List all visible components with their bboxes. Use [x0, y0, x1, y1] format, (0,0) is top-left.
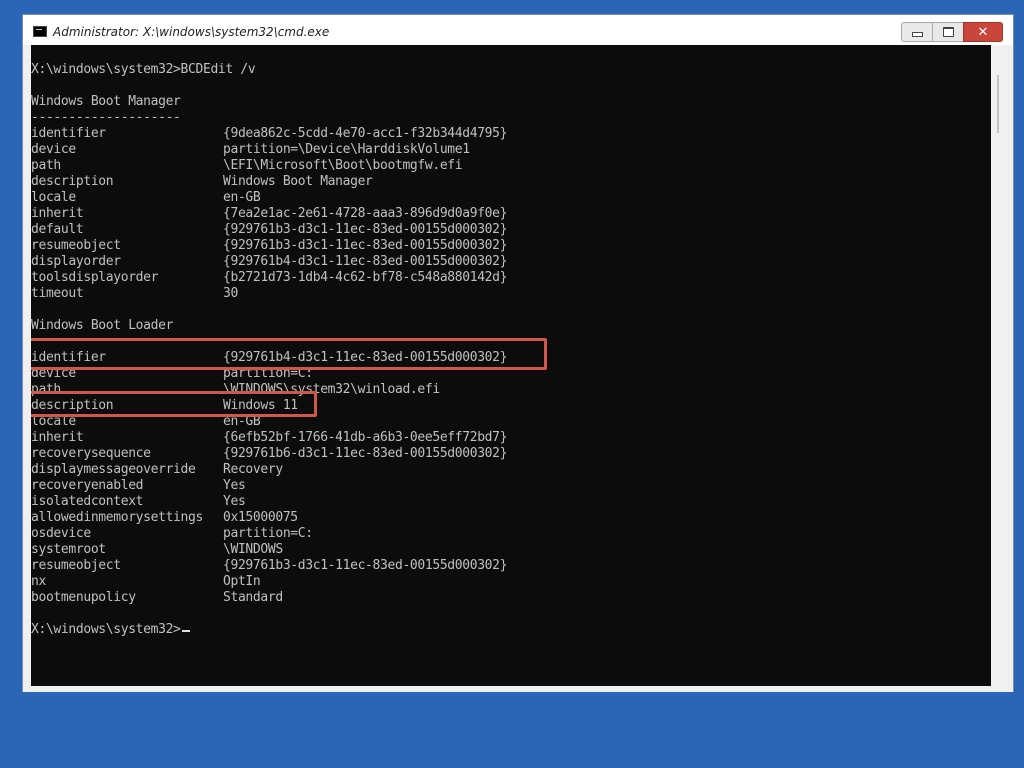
boot-manager-heading: Windows Boot Manager: [31, 94, 181, 109]
bcd-entry-key: bootmenupolicy: [31, 590, 136, 605]
maximize-icon: [942, 27, 954, 37]
window-bottom-border: [23, 686, 1013, 692]
bcd-entry-row: displaymessageoverride Recovery: [31, 462, 731, 478]
bcd-entry-key: toolsdisplayorder: [31, 270, 159, 285]
bcd-entry-key: osdevice: [31, 526, 91, 541]
bcd-entry-row: locale en-GB: [31, 190, 731, 206]
caption-buttons: ✕: [901, 22, 1003, 42]
bcd-entry-row: timeout 30: [31, 286, 731, 302]
bcd-entry-value: partition=C:: [223, 526, 313, 541]
bcd-entry-key: description: [31, 174, 114, 189]
bcd-entry-row: nx OptIn: [31, 574, 731, 590]
command-line: X:\windows\system32>BCDEdit /v: [31, 62, 256, 77]
cmd-window[interactable]: Administrator: X:\windows\system32\cmd.e…: [22, 14, 1014, 692]
bcd-entry-row: resumeobject {929761b3-d3c1-11ec-83ed-001…: [31, 238, 731, 254]
bcd-entry-row: inherit {7ea2e1ac-2e61-4728-aaa3-896d9d0a…: [31, 206, 731, 222]
bcd-entry-row: bootmenupolicy Standard: [31, 590, 731, 606]
bcd-entry-row: systemroot \WINDOWS: [31, 542, 731, 558]
bcd-entry-value: {9dea862c-5cdd-4e70-acc1-f32b344d4795}: [223, 126, 508, 141]
bcd-entry-row: device partition=\Device\HarddiskVolume1: [31, 142, 731, 158]
bcd-entry-row: osdevice partition=C:: [31, 526, 731, 542]
bcd-entry-row: displayorder {929761b4-d3c1-11ec-83ed-001…: [31, 254, 731, 270]
vertical-scrollbar[interactable]: [991, 45, 1007, 686]
bcd-entry-key: nx: [31, 574, 46, 589]
scrollbar-thumb[interactable]: [997, 75, 999, 133]
bcd-entry-value: Standard: [223, 590, 283, 605]
bcd-entry-key: isolatedcontext: [31, 494, 144, 509]
minimize-icon: [911, 32, 923, 37]
bcd-entry-value: {7ea2e1ac-2e61-4728-aaa3-896d9d0a9f0e}: [223, 206, 508, 221]
console-output[interactable]: X:\windows\system32>BCDEdit /v Windows Bo…: [31, 45, 991, 686]
close-button[interactable]: ✕: [963, 22, 1003, 42]
bcd-entry-key: inherit: [31, 206, 84, 221]
bcd-entry-value: en-GB: [223, 190, 261, 205]
bcd-entry-key: displaymessageoverride: [31, 462, 196, 477]
bcd-entry-value: 30: [223, 286, 238, 301]
bcd-entry-key: recoverysequence: [31, 446, 151, 461]
bcd-entry-value: {929761b3-d3c1-11ec-83ed-00155d000302}: [223, 238, 508, 253]
bcd-entry-key: allowedinmemorysettings: [31, 510, 203, 525]
bcd-entry-value: Yes: [223, 494, 246, 509]
bcd-entry-value: Recovery: [223, 462, 283, 477]
bcd-entry-row: identifier {9dea862c-5cdd-4e70-acc1-f32b3…: [31, 126, 731, 142]
bcd-entry-row: description Windows Boot Manager: [31, 174, 731, 190]
bcd-entry-value: Windows Boot Manager: [223, 174, 373, 189]
bcd-entry-key: resumeobject: [31, 238, 121, 253]
highlight-description-box: [31, 391, 317, 417]
bcd-entry-value: \WINDOWS: [223, 542, 283, 557]
window-title: Administrator: X:\windows\system32\cmd.e…: [53, 25, 330, 39]
bcd-entry-row: recoverysequence {929761b6-d3c1-11ec-83ed…: [31, 446, 731, 462]
bcd-entry-row: recoveryenabled Yes: [31, 478, 731, 494]
desktop-background: Administrator: X:\windows\system32\cmd.e…: [0, 0, 1024, 768]
bcd-entry-value: {b2721d73-1db4-4c62-bf78-c548a880142d}: [223, 270, 508, 285]
highlight-identifier-box: [31, 338, 547, 370]
bcd-entry-value: partition=\Device\HarddiskVolume1: [223, 142, 470, 157]
boot-manager-separator: --------------------: [31, 110, 181, 125]
bcd-entry-key: inherit: [31, 430, 84, 445]
minimize-button[interactable]: [901, 22, 933, 42]
bcd-entry-value: OptIn: [223, 574, 261, 589]
bcd-entry-value: {6efb52bf-1766-41db-a6b3-0ee5eff72bd7}: [223, 430, 508, 445]
bcd-entry-value: {929761b3-d3c1-11ec-83ed-00155d000302}: [223, 558, 508, 573]
cmd-app-icon: [33, 26, 47, 37]
bcd-entry-value: 0x15000075: [223, 510, 298, 525]
bcd-entry-value: \EFI\Microsoft\Boot\bootmgfw.efi: [223, 158, 463, 173]
bcd-entry-value: {929761b3-d3c1-11ec-83ed-00155d000302}: [223, 222, 508, 237]
maximize-button[interactable]: [932, 22, 964, 42]
boot-loader-heading: Windows Boot Loader: [31, 318, 174, 333]
bcd-entry-key: resumeobject: [31, 558, 121, 573]
bcd-entry-key: device: [31, 142, 76, 157]
bcd-entry-row: allowedinmemorysettings 0x15000075: [31, 510, 731, 526]
bcd-entry-row: inherit {6efb52bf-1766-41db-a6b3-0ee5eff7…: [31, 430, 731, 446]
bcd-entry-row: isolatedcontext Yes: [31, 494, 731, 510]
bcd-entry-key: recoveryenabled: [31, 478, 144, 493]
bcd-entry-value: {929761b4-d3c1-11ec-83ed-00155d000302}: [223, 254, 508, 269]
bcd-entry-key: displayorder: [31, 254, 121, 269]
command-prompt: X:\windows\system32>: [31, 622, 190, 638]
bcd-entry-row: resumeobject {929761b3-d3c1-11ec-83ed-001…: [31, 558, 731, 574]
bcd-entry-key: systemroot: [31, 542, 106, 557]
bcd-entry-row: default {929761b3-d3c1-11ec-83ed-00155d00…: [31, 222, 731, 238]
bcd-entry-key: timeout: [31, 286, 84, 301]
title-bar[interactable]: Administrator: X:\windows\system32\cmd.e…: [23, 15, 1013, 45]
bcd-entry-key: default: [31, 222, 84, 237]
close-icon: ✕: [977, 24, 989, 40]
bcd-entry-key: identifier: [31, 126, 106, 141]
text-cursor: [181, 630, 190, 632]
bcd-entry-value: {929761b6-d3c1-11ec-83ed-00155d000302}: [223, 446, 508, 461]
bcd-entry-key: path: [31, 158, 61, 173]
bcd-entry-row: path \EFI\Microsoft\Boot\bootmgfw.efi: [31, 158, 731, 174]
bcd-entry-key: locale: [31, 190, 76, 205]
bcd-entry-row: toolsdisplayorder {b2721d73-1db4-4c62-bf7…: [31, 270, 731, 286]
bcd-entry-value: Yes: [223, 478, 246, 493]
